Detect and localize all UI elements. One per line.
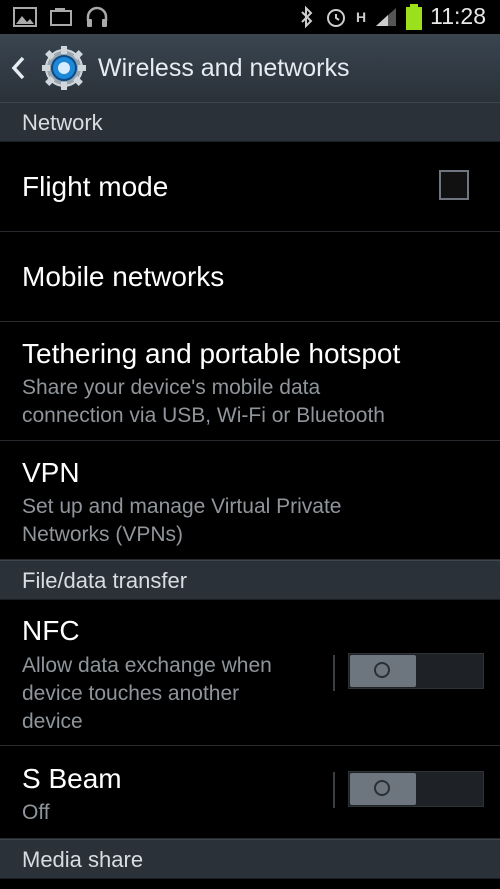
toggle-knob: [350, 655, 416, 687]
back-arrow-icon[interactable]: [8, 52, 28, 84]
list-item-vpn[interactable]: VPN Set up and manage Virtual Private Ne…: [0, 441, 500, 560]
gallery-icon: [13, 7, 37, 27]
list-item-flight-mode[interactable]: Flight mode: [0, 141, 500, 232]
headphones-icon: [86, 6, 108, 27]
item-summary: Allow data exchange when: [22, 654, 272, 677]
list-item-s-beam[interactable]: S Beam Off: [0, 746, 500, 839]
divider: [333, 772, 335, 808]
item-title: NFC: [22, 615, 80, 646]
list-item-mobile-networks[interactable]: Mobile networks: [0, 232, 500, 322]
item-summary: device touches another: [22, 682, 240, 705]
toggle-knob: [350, 773, 416, 805]
section-header-file-transfer: File/data transfer: [0, 560, 500, 600]
action-bar: Wireless and networks: [0, 34, 500, 103]
section-label: Network: [22, 110, 103, 135]
settings-gear-icon: [42, 46, 86, 90]
item-title: S Beam: [22, 763, 122, 794]
item-title: Flight mode: [22, 171, 169, 202]
flight-mode-checkbox[interactable]: [439, 170, 469, 200]
alarm-icon: [327, 8, 346, 27]
list-item-tethering[interactable]: Tethering and portable hotspot Share you…: [0, 322, 500, 441]
list-item-nfc[interactable]: NFC Allow data exchange when device touc…: [0, 599, 500, 746]
item-title: Tethering and portable hotspot: [22, 338, 401, 369]
nfc-toggle[interactable]: [348, 653, 484, 689]
item-summary: Networks (VPNs): [22, 523, 184, 546]
section-label: Media share: [22, 847, 144, 872]
item-summary: device: [22, 710, 83, 733]
item-title: Mobile networks: [22, 261, 225, 292]
clock: 11:28: [430, 3, 486, 29]
item-summary: Off: [22, 801, 50, 824]
signal-icon: [376, 7, 397, 26]
network-type-label: H: [356, 8, 367, 25]
divider: [333, 655, 335, 691]
bluetooth-icon: [301, 5, 313, 28]
item-summary: Share your device's mobile data: [22, 376, 321, 399]
page-title: Wireless and networks: [98, 54, 350, 82]
screenshot-icon: [50, 8, 72, 26]
item-summary: Set up and manage Virtual Private: [22, 495, 342, 518]
toggle-off-indicator: [374, 780, 390, 796]
status-bar: H 11:28: [0, 0, 500, 34]
item-summary: connection via USB, Wi-Fi or Bluetooth: [22, 404, 385, 427]
toggle-off-indicator: [374, 662, 390, 678]
s-beam-toggle[interactable]: [348, 771, 484, 807]
section-label: File/data transfer: [22, 568, 188, 593]
section-header-media-share: Media share: [0, 839, 500, 879]
item-title: VPN: [22, 457, 80, 488]
battery-icon: [406, 3, 423, 30]
section-header-network: Network: [0, 102, 500, 142]
